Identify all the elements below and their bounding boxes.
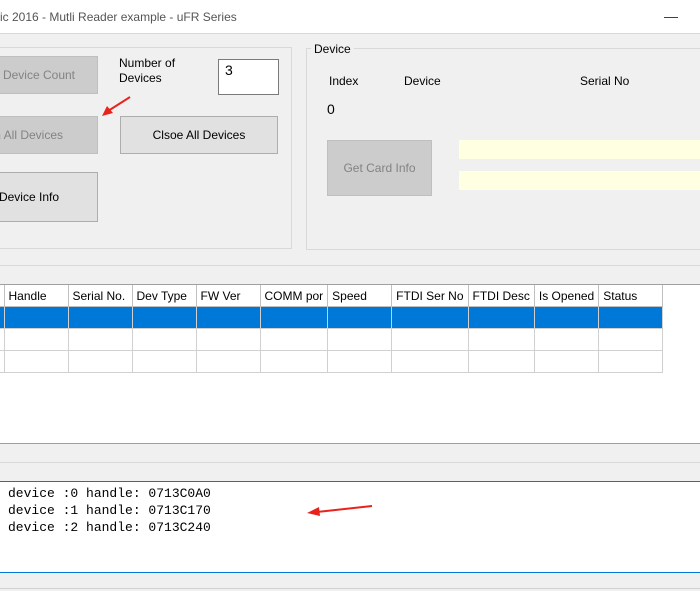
table-cell[interactable] xyxy=(468,350,535,373)
table-cell[interactable] xyxy=(4,306,69,329)
log-line: device :2 handle: 0713C240 xyxy=(8,520,211,535)
column-header-handle[interactable]: Handle xyxy=(4,285,69,307)
devices-table: Handle Serial No. Dev Type FW Ver COMM p… xyxy=(0,285,664,373)
device-group-legend: Device xyxy=(311,42,354,56)
table-cell[interactable] xyxy=(468,306,535,329)
device-count-button[interactable]: Device Count xyxy=(0,56,98,94)
column-header-ftdi-desc[interactable]: FTDI Desc xyxy=(468,285,535,307)
open-all-devices-label: n All Devices xyxy=(0,128,63,142)
number-of-devices-label: Number of Devices xyxy=(119,56,176,85)
table-cell[interactable] xyxy=(196,350,261,373)
minimize-icon[interactable]: — xyxy=(656,2,686,30)
column-header-fw-ver[interactable]: FW Ver xyxy=(196,285,261,307)
table-cell[interactable] xyxy=(4,350,69,373)
column-header-comm-port[interactable]: COMM por xyxy=(260,285,329,307)
log-textbox[interactable]: device :0 handle: 0713C0A0 device :1 han… xyxy=(0,481,700,573)
table-cell[interactable] xyxy=(534,350,600,373)
open-all-devices-button[interactable]: n All Devices xyxy=(0,116,98,154)
devices-grid[interactable]: Handle Serial No. Dev Type FW Ver COMM p… xyxy=(0,284,700,444)
table-cell[interactable] xyxy=(132,328,197,351)
table-row[interactable] xyxy=(0,350,664,373)
table-cell[interactable] xyxy=(260,306,329,329)
table-cell[interactable] xyxy=(327,328,393,351)
device-info-button[interactable]: Device Info xyxy=(0,172,98,222)
table-cell[interactable] xyxy=(132,350,197,373)
panel-divider xyxy=(0,265,700,266)
device-column-header: Device xyxy=(404,74,441,88)
annotation-arrow-icon xyxy=(307,505,373,516)
table-cell[interactable] xyxy=(534,306,600,329)
table-cell[interactable] xyxy=(391,328,469,351)
column-header-speed[interactable]: Speed xyxy=(327,285,393,307)
table-cell[interactable] xyxy=(391,350,469,373)
table-cell[interactable] xyxy=(534,328,600,351)
index-column-header: Index xyxy=(329,74,359,88)
table-cell[interactable] xyxy=(327,306,393,329)
table-cell[interactable] xyxy=(598,306,664,329)
index-value: 0 xyxy=(327,101,335,117)
serial-column-header: Serial No xyxy=(580,74,630,88)
get-card-info-button[interactable]: Get Card Info xyxy=(327,140,432,196)
table-cell[interactable] xyxy=(260,328,329,351)
title-bar: ic 2016 - Mutli Reader example - uFR Ser… xyxy=(0,0,700,34)
table-row[interactable] xyxy=(0,328,664,351)
table-cell[interactable] xyxy=(598,328,664,351)
column-header-status[interactable]: Status xyxy=(598,285,664,307)
number-of-devices-input[interactable]: 3 xyxy=(218,59,279,95)
table-row[interactable] xyxy=(0,306,664,329)
table-cell[interactable] xyxy=(68,350,133,373)
table-cell[interactable] xyxy=(68,328,133,351)
column-header-serial-no[interactable]: Serial No. xyxy=(68,285,133,307)
table-cell[interactable] xyxy=(196,306,261,329)
table-cell[interactable] xyxy=(598,350,664,373)
table-cell[interactable] xyxy=(196,328,261,351)
table-cell[interactable] xyxy=(4,328,69,351)
log-line: device :1 handle: 0713C170 xyxy=(8,503,211,518)
card-info-field-1 xyxy=(459,140,700,159)
column-header-is-opened[interactable]: Is Opened xyxy=(534,285,600,307)
table-cell[interactable] xyxy=(468,328,535,351)
log-line: device :0 handle: 0713C0A0 xyxy=(8,486,211,501)
status-strip xyxy=(0,588,700,589)
device-info-label: Device Info xyxy=(0,190,59,204)
table-cell[interactable] xyxy=(260,350,329,373)
column-header-ftdi-ser-no[interactable]: FTDI Ser No xyxy=(391,285,469,307)
table-cell[interactable] xyxy=(68,306,133,329)
table-cell[interactable] xyxy=(391,306,469,329)
table-cell[interactable] xyxy=(327,350,393,373)
card-info-field-2 xyxy=(459,171,700,190)
annotation-arrow-icon xyxy=(102,96,131,116)
table-cell[interactable] xyxy=(132,306,197,329)
column-header-dev-type[interactable]: Dev Type xyxy=(132,285,197,307)
window-title: ic 2016 - Mutli Reader example - uFR Ser… xyxy=(0,10,237,24)
close-all-devices-button[interactable]: Clsoe All Devices xyxy=(120,116,278,154)
grid-header-row: Handle Serial No. Dev Type FW Ver COMM p… xyxy=(0,285,664,307)
splitter[interactable] xyxy=(0,462,700,463)
